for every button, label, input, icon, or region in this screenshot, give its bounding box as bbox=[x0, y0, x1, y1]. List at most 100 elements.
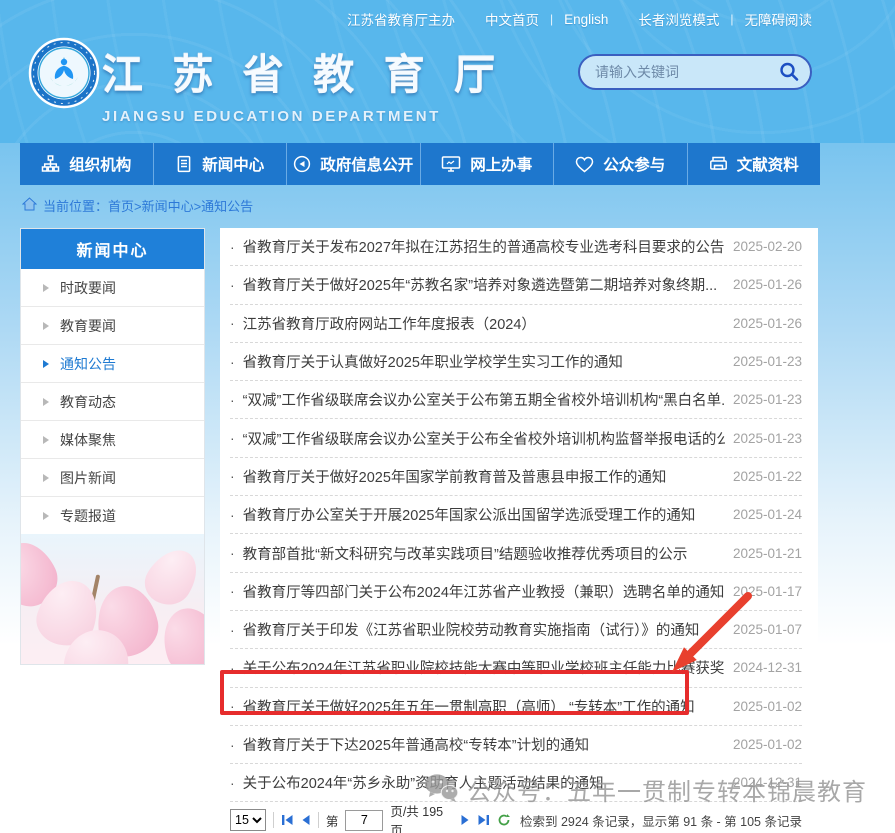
topbar-link[interactable]: 江苏省教育厅主办 bbox=[347, 9, 455, 29]
bullet-icon: · bbox=[230, 698, 235, 714]
nav-item[interactable]: 公众参与 bbox=[554, 143, 688, 185]
refresh-icon[interactable] bbox=[497, 813, 511, 827]
first-page-icon[interactable] bbox=[281, 814, 294, 826]
sidebar-item[interactable]: 教育要闻 bbox=[21, 307, 204, 345]
record-stats: 检索到 2924 条记录，显示第 91 条 - 第 105 条记录 bbox=[520, 811, 802, 830]
news-title-link[interactable]: 省教育厅关于印发《江苏省职业院校劳动教育实施指南（试行）》的通知 bbox=[243, 619, 725, 640]
nav-item[interactable]: 文献资料 bbox=[688, 143, 821, 185]
org-chart-icon bbox=[41, 155, 60, 173]
nav-item[interactable]: 新闻中心 bbox=[154, 143, 288, 185]
breadcrumb-text[interactable]: 当前位置：首页>新闻中心>通知公告 bbox=[43, 196, 253, 215]
news-title-link[interactable]: 江苏省教育厅政府网站工作年度报表（2024） bbox=[243, 313, 725, 334]
bullet-icon: · bbox=[230, 737, 235, 753]
sidebar-items: 时政要闻 教育要闻 通知公告 教育动态 媒体聚焦 图片新闻 专题报道 bbox=[21, 269, 204, 535]
nav-item[interactable]: 组织机构 bbox=[20, 143, 154, 185]
news-list-item[interactable]: · 省教育厅关于做好2025年五年一贯制高职（高师） “专转本”工作的通知 20… bbox=[230, 688, 802, 726]
news-title-link[interactable]: 省教育厅关于做好2025年“苏教名家”培养对象遴选暨第二期培养对象终期... bbox=[243, 274, 725, 295]
topbar-link[interactable]: English bbox=[564, 12, 608, 27]
news-list-item[interactable]: · 省教育厅关于做好2025年“苏教名家”培养对象遴选暨第二期培养对象终期...… bbox=[230, 266, 802, 304]
nav-item-label: 公众参与 bbox=[603, 153, 665, 175]
divider bbox=[318, 812, 319, 828]
sidebar-item[interactable]: 媒体聚焦 bbox=[21, 421, 204, 459]
news-list-item[interactable]: · “双减”工作省级联席会议办公室关于公布第五期全省校外培训机构“黑白名单...… bbox=[230, 381, 802, 419]
bullet-icon: · bbox=[230, 315, 235, 331]
search-icon[interactable] bbox=[778, 61, 800, 83]
topbar-link[interactable]: 长者浏览模式 bbox=[638, 9, 719, 29]
news-title-link[interactable]: 教育部首批“新文科研究与改革实践项目”结题验收推荐优秀项目的公示 bbox=[243, 543, 725, 564]
news-date: 2025-01-02 bbox=[733, 699, 802, 714]
page: 江苏省教育厅主办 中文首页 | English 长者浏览模式 | 无障碍阅读 江 苏 省 教… bbox=[0, 0, 895, 833]
nav-item-label: 新闻中心 bbox=[202, 153, 264, 175]
prev-page-icon[interactable] bbox=[301, 814, 311, 826]
news-list-item[interactable]: · 省教育厅办公室关于开展2025年国家公派出国留学选派受理工作的通知 2025… bbox=[230, 496, 802, 534]
news-title-link[interactable]: “双减”工作省级联席会议办公室关于公布第五期全省校外培训机构“黑白名单... bbox=[243, 389, 725, 410]
news-list-item[interactable]: · 省教育厅关于印发《江苏省职业院校劳动教育实施指南（试行）》的通知 2025-… bbox=[230, 611, 802, 649]
news-list-item[interactable]: · 省教育厅关于认真做好2025年职业学校学生实习工作的通知 2025-01-2… bbox=[230, 343, 802, 381]
news-date: 2024-12-31 bbox=[733, 775, 802, 790]
triangle-marker-icon bbox=[43, 322, 49, 330]
news-list-item[interactable]: · 教育部首批“新文科研究与改革实践项目”结题验收推荐优秀项目的公示 2025-… bbox=[230, 534, 802, 572]
sidebar-header: 新闻中心 bbox=[21, 229, 204, 269]
bullet-icon: · bbox=[230, 392, 235, 408]
separator: | bbox=[730, 12, 733, 26]
news-title-link[interactable]: 省教育厅关于发布2027年拟在江苏招生的普通高校专业选考科目要求的公告 bbox=[243, 236, 725, 257]
news-list-item[interactable]: · 江苏省教育厅政府网站工作年度报表（2024） 2025-01-26 bbox=[230, 305, 802, 343]
sidebar-item-label: 教育要闻 bbox=[60, 316, 116, 336]
news-title-link[interactable]: 关于公布2024年“苏乡永助”资助育人主题活动结果的通知 bbox=[243, 772, 725, 793]
news-date: 2025-01-17 bbox=[733, 584, 802, 599]
sidebar-item[interactable]: 通知公告 bbox=[21, 345, 204, 383]
news-date: 2025-01-23 bbox=[733, 354, 802, 369]
news-list-item[interactable]: · 省教育厅关于做好2025年国家学前教育普及普惠县申报工作的通知 2025-0… bbox=[230, 458, 802, 496]
nav-item[interactable]: 政府信息公开 bbox=[287, 143, 421, 185]
news-title-link[interactable]: 省教育厅关于下达2025年普通高校“专转本”计划的通知 bbox=[243, 734, 725, 755]
topbar-link[interactable]: 无障碍阅读 bbox=[745, 9, 813, 29]
news-title-link[interactable]: 省教育厅办公室关于开展2025年国家公派出国留学选派受理工作的通知 bbox=[243, 504, 725, 525]
brand-block: 江 苏 省 教 育 厅 JIANGSU EDUCATION DEPARTMENT bbox=[102, 41, 504, 125]
page-number-input[interactable] bbox=[345, 810, 383, 831]
news-title-link[interactable]: 关于公布2024年江苏省职业院校技能大赛中等职业学校班主任能力比赛获奖 bbox=[243, 657, 725, 678]
page-size-select[interactable]: 15 bbox=[230, 809, 266, 831]
news-list-item[interactable]: · 省教育厅关于下达2025年普通高校“专转本”计划的通知 2025-01-02 bbox=[230, 726, 802, 764]
sidebar-item-label: 教育动态 bbox=[60, 392, 116, 412]
sidebar-item[interactable]: 教育动态 bbox=[21, 383, 204, 421]
breadcrumb: 当前位置：首页>新闻中心>通知公告 bbox=[22, 196, 253, 215]
last-page-icon[interactable] bbox=[477, 814, 490, 826]
bullet-icon: · bbox=[230, 545, 235, 561]
site-subtitle: JIANGSU EDUCATION DEPARTMENT bbox=[102, 108, 504, 125]
sidebar-item[interactable]: 图片新闻 bbox=[21, 459, 204, 497]
bullet-icon: · bbox=[230, 468, 235, 484]
news-title-link[interactable]: 省教育厅关于认真做好2025年职业学校学生实习工作的通知 bbox=[243, 351, 725, 372]
separator: | bbox=[550, 12, 553, 26]
sidebar-item-label: 时政要闻 bbox=[60, 278, 116, 298]
news-list-item[interactable]: · “双减”工作省级联席会议办公室关于公布全省校外培训机构监督举报电话的公...… bbox=[230, 419, 802, 457]
news-title-link[interactable]: 省教育厅关于做好2025年国家学前教育普及普惠县申报工作的通知 bbox=[243, 466, 725, 487]
news-title-link[interactable]: “双减”工作省级联席会议办公室关于公布全省校外培训机构监督举报电话的公... bbox=[243, 428, 725, 449]
magnolia-flower-image bbox=[21, 534, 204, 664]
news-title-link[interactable]: 省教育厅等四部门关于公布2024年江苏省产业教授（兼职）选聘名单的通知 bbox=[243, 581, 725, 602]
triangle-marker-icon bbox=[43, 436, 49, 444]
page-label: 第 bbox=[326, 811, 339, 830]
news-list-item[interactable]: · 省教育厅等四部门关于公布2024年江苏省产业教授（兼职）选聘名单的通知 20… bbox=[230, 573, 802, 611]
heart-icon bbox=[575, 156, 594, 173]
news-list-item[interactable]: · 省教育厅关于发布2027年拟在江苏招生的普通高校专业选考科目要求的公告 20… bbox=[230, 228, 802, 266]
nav-item[interactable]: 网上办事 bbox=[421, 143, 555, 185]
news-list-item[interactable]: · 关于公布2024年“苏乡永助”资助育人主题活动结果的通知 2024-12-3… bbox=[230, 764, 802, 802]
news-title-link[interactable]: 省教育厅关于做好2025年五年一贯制高职（高师） “专转本”工作的通知 bbox=[243, 696, 725, 717]
sidebar-item-label: 媒体聚焦 bbox=[60, 430, 116, 450]
nav-item-label: 政府信息公开 bbox=[320, 153, 413, 175]
info-disclosure-icon bbox=[293, 155, 311, 173]
search-box bbox=[578, 54, 812, 90]
news-date: 2025-01-21 bbox=[733, 546, 802, 561]
search-input[interactable] bbox=[593, 63, 778, 81]
sidebar-item[interactable]: 时政要闻 bbox=[21, 269, 204, 307]
bullet-icon: · bbox=[230, 430, 235, 446]
topbar-link[interactable]: 中文首页 bbox=[485, 9, 539, 29]
next-page-icon[interactable] bbox=[460, 814, 470, 826]
sidebar-item[interactable]: 专题报道 bbox=[21, 497, 204, 535]
site-title: 江 苏 省 教 育 厅 bbox=[102, 41, 504, 101]
home-icon bbox=[22, 197, 37, 214]
news-list-item[interactable]: · 关于公布2024年江苏省职业院校技能大赛中等职业学校班主任能力比赛获奖 20… bbox=[230, 649, 802, 687]
topbar-group: 长者浏览模式 | 无障碍阅读 bbox=[638, 9, 812, 29]
archive-icon bbox=[709, 155, 728, 173]
news-date: 2025-01-26 bbox=[733, 277, 802, 292]
